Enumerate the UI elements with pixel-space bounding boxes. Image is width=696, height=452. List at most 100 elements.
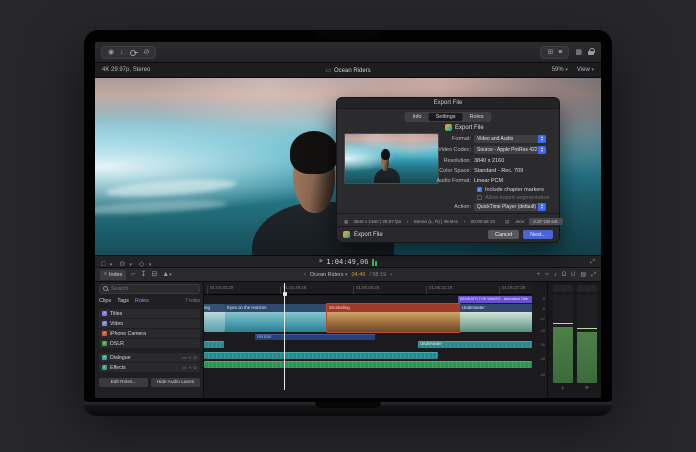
dialog-header-title: Export File (455, 124, 484, 131)
tab-tags[interactable]: Tags (117, 298, 129, 304)
audio-format-value: Linear PCM (474, 177, 504, 184)
browser-icon[interactable]: ▦ (575, 49, 582, 56)
role-name: Titles (110, 310, 123, 317)
effects-audio-bar[interactable] (204, 352, 438, 359)
allow-export-segmentation-label: Allow export segmentation (485, 194, 550, 201)
connected-audio-horizon[interactable]: Horizon (255, 334, 375, 340)
search-input[interactable] (111, 286, 191, 292)
previous-project-icon[interactable]: ‹ (304, 272, 306, 278)
audio-summary-icon: ♪ (406, 219, 409, 224)
format-label: Format: (452, 135, 471, 142)
lane-toggle-icon[interactable]: ▭ (182, 365, 186, 371)
cancel-button[interactable]: Cancel (487, 230, 520, 239)
next-button[interactable]: Next... (523, 230, 553, 239)
role-row-titles[interactable]: ✓ Titles (99, 309, 200, 318)
role-checkbox[interactable]: ✓ (102, 341, 107, 346)
ruler-tick: 01:05:37:29 (498, 285, 526, 294)
timeline-toolbar: □ ▾ ⊙ ▾ ◇ ▾ ▶ 1:04:49,06 ⤢ (95, 255, 601, 268)
video-clip-underwater[interactable]: Underwater (460, 304, 532, 332)
role-row-dialogue[interactable]: ✓ Dialogue ▭ ≈ ⊙ (99, 353, 200, 362)
export-summary-bar: ▦ 3840 x 2160 | 29.97 fps ♪ Stereo (L, R… (344, 217, 563, 226)
list-view-icon[interactable]: ≡ (558, 49, 562, 56)
audio-format-label: Audio Format: (436, 177, 471, 184)
role-row-iphone-camera[interactable]: ✓ iPhone Camera (99, 329, 200, 338)
tab-info[interactable]: Info (405, 113, 428, 121)
music-audio-bar[interactable] (204, 361, 532, 368)
macbook-lid-groove (315, 402, 381, 408)
video-codec-dropdown[interactable]: Source - Apple ProRes 422 (474, 145, 546, 154)
timeline-ruler[interactable]: 01:04:33:29 01:04:49:29 01:05:05:29 01:0… (204, 282, 532, 295)
import-media-icon[interactable]: ↓ (120, 49, 124, 56)
role-checkbox[interactable]: ✓ (102, 355, 107, 360)
color-space-label: Color Space: (439, 167, 471, 174)
audio-monitor-icon[interactable]: ≈ (189, 365, 192, 371)
summary-duration: 00:00:58:19 (470, 219, 495, 224)
video-clip-eyes-on-the-horizon[interactable]: Eyes on the Horizon (225, 304, 327, 332)
dialogue-audio-underwater[interactable]: Underwater (418, 341, 532, 348)
dialog-footer: Export File Cancel Next... (337, 226, 559, 242)
lane-toggle-icon[interactable]: ▭ (182, 355, 186, 361)
grid-view-icon[interactable]: ⊞ (547, 49, 553, 56)
record-icon[interactable]: ◉ (108, 49, 114, 56)
ruler-tick: 01:05:05:29 (352, 285, 380, 294)
meter-left (553, 295, 573, 383)
summary-video-info: 3840 x 2160 | 29.97 fps (353, 219, 402, 224)
index-search-field[interactable] (99, 284, 200, 294)
playhead[interactable] (282, 283, 287, 390)
audio-monitor-icon[interactable]: ≈ (189, 355, 192, 361)
title-clip[interactable]: BENEATH THE WAVES - Animated Title (458, 296, 532, 303)
video-clip-snorkeling[interactable]: Snorkeling (326, 303, 461, 333)
format-dropdown[interactable]: Video and Audio (474, 134, 546, 143)
role-row-dslr[interactable]: ✓ DSLR (99, 339, 200, 348)
allow-export-segmentation-checkbox[interactable] (477, 195, 482, 200)
background-tasks-icon[interactable]: ⊘ (144, 49, 150, 56)
summary-file-type: .mov (514, 219, 525, 224)
role-settings-icon[interactable]: ⊙ (193, 365, 197, 371)
desktop-background: ◉ ↓ ⊘ ⊞ ≡ ▦ 4K 29.97p, Stereo ▭ Ocean Ri… (0, 0, 696, 452)
role-checkbox[interactable]: ✓ (102, 331, 107, 336)
hide-audio-lanes-button[interactable]: Hide Audio Lanes (151, 378, 200, 387)
viewer-title-bar: 4K 29.97p, Stereo ▭ Ocean Riders 59% ▾ V… (95, 63, 601, 78)
role-row-effects[interactable]: ✓ Effects ▭ ≈ ⊙ (99, 363, 200, 372)
lock-icon[interactable] (588, 48, 595, 56)
edit-roles-button[interactable]: Edit Roles... (99, 378, 148, 387)
export-destination-icon (343, 231, 350, 238)
main-toolbar: ◉ ↓ ⊘ ⊞ ≡ ▦ (95, 42, 601, 63)
tab-clips[interactable]: Clips (99, 298, 111, 304)
tab-roles[interactable]: Roles (135, 298, 149, 304)
next-project-icon[interactable]: › (390, 272, 392, 278)
role-checkbox[interactable]: ✓ (102, 311, 107, 316)
peak-display-left: – (553, 285, 573, 292)
app-window: ◉ ↓ ⊘ ⊞ ≡ ▦ 4K 29.97p, Stereo ▭ Ocean Ri… (95, 42, 601, 398)
tab-roles[interactable]: Roles (463, 113, 491, 121)
role-row-video[interactable]: ✓ Video (99, 319, 200, 328)
role-settings-icon[interactable]: ⊙ (193, 355, 197, 361)
role-name: Dialogue (110, 354, 131, 361)
export-file-dialog: Export File Info Settings Roles Export F… (336, 97, 563, 243)
macbook-base (84, 402, 612, 416)
view-toggle-group: ⊞ ≡ (540, 45, 570, 59)
include-chapter-markers-checkbox[interactable]: ✓ (477, 187, 482, 192)
macbook-frame: ◉ ↓ ⊘ ⊞ ≡ ▦ 4K 29.97p, Stereo ▭ Ocean Ri… (84, 30, 612, 418)
video-clip-surfing[interactable]: Surfing (204, 304, 225, 332)
duration-icon: ◔ (462, 219, 466, 224)
mini-audio-meters[interactable] (371, 258, 377, 266)
dialogue-audio-bar[interactable] (204, 341, 224, 348)
tab-settings[interactable]: Settings (428, 113, 463, 121)
timeline-project-menu[interactable]: Ocean Riders ▾ (310, 272, 348, 278)
action-dropdown[interactable]: QuickTime Player (default) (474, 202, 546, 211)
play-icon[interactable]: ▶ (319, 259, 323, 264)
role-name: Video (110, 320, 124, 327)
resolution-label: Resolution: (443, 157, 471, 164)
camera-notch (316, 30, 380, 39)
role-name: Effects (110, 364, 126, 371)
role-checkbox[interactable]: ✓ (102, 321, 107, 326)
role-checkbox[interactable]: ✓ (102, 365, 107, 370)
playhead-timecode: 1:04:49,06 (326, 257, 369, 266)
keyword-editor-icon[interactable] (129, 48, 138, 56)
timeline-nav-bar: ≡ Index ⌐ ↧ ⊟ ▲▾ ‹ Ocean Riders ▾ 04:49 … (95, 268, 601, 282)
peak-display-right: – (577, 285, 597, 292)
action-label: Action: (454, 203, 471, 210)
ruler-tick: 01:05:21:29 (425, 285, 453, 294)
role-name: DSLR (110, 340, 124, 347)
